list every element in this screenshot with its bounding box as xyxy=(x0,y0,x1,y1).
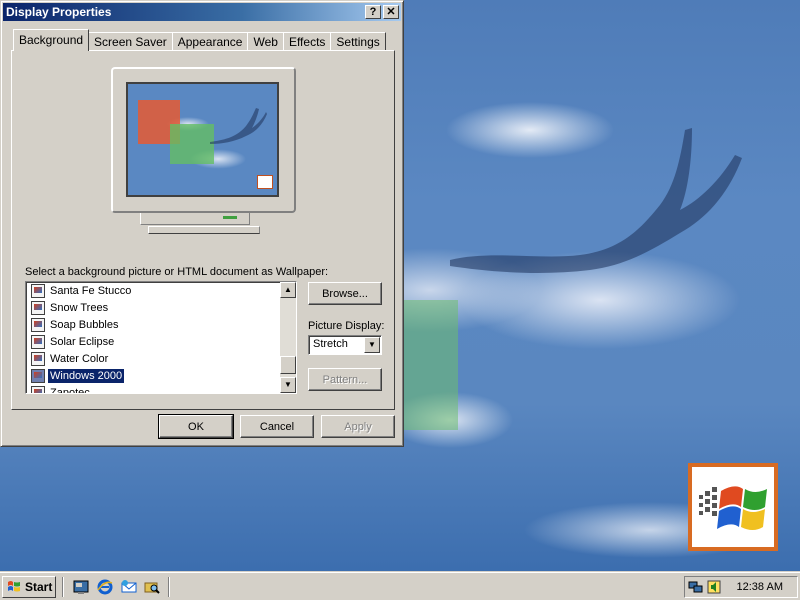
tab-web[interactable]: Web xyxy=(247,32,284,51)
list-item[interactable]: Santa Fe Stucco xyxy=(28,282,278,299)
network-icon[interactable] xyxy=(688,579,704,595)
list-item[interactable]: Solar Eclipse xyxy=(28,333,278,350)
tab-strip: Background Screen Saver Appearance Web E… xyxy=(13,29,386,51)
windows-explorer-icon[interactable] xyxy=(143,578,161,596)
wallpaper-file-icon xyxy=(31,300,45,315)
wallpaper-listbox[interactable]: Santa Fe Stucco Snow Trees Soap Bubbles … xyxy=(25,281,297,394)
wallpaper-file-icon xyxy=(31,334,45,349)
show-desktop-icon[interactable] xyxy=(72,578,90,596)
tab-effects[interactable]: Effects xyxy=(282,32,332,51)
monitor-preview xyxy=(111,67,296,213)
tab-background[interactable]: Background xyxy=(13,29,90,51)
apply-button: Apply xyxy=(321,415,395,438)
tab-settings[interactable]: Settings xyxy=(330,32,386,51)
wallpaper-preview-screen xyxy=(126,82,279,197)
list-item-selected[interactable]: Windows 2000 xyxy=(28,367,278,384)
scroll-down-arrow-icon[interactable]: ▼ xyxy=(280,377,296,393)
wallpaper-file-icon xyxy=(31,351,45,366)
scroll-up-arrow-icon[interactable]: ▲ xyxy=(280,282,296,298)
listbox-scrollbar[interactable]: ▲ ▼ xyxy=(280,282,296,393)
browse-button[interactable]: Browse... xyxy=(308,282,382,305)
background-tab-panel: Select a background picture or HTML docu… xyxy=(11,50,395,410)
wallpaper-file-icon xyxy=(31,317,45,332)
dialog-title: Display Properties xyxy=(6,5,112,19)
preview-windows-logo-icon xyxy=(257,175,273,189)
monitor-stand xyxy=(148,226,260,234)
tab-screen-saver[interactable]: Screen Saver xyxy=(88,32,173,51)
clock[interactable]: 12:38 AM xyxy=(737,581,783,593)
taskbar: Start 12:38 AM xyxy=(0,572,800,600)
picture-display-dropdown[interactable]: Stretch ▼ xyxy=(308,335,382,355)
title-bar[interactable]: Display Properties ? ✕ xyxy=(3,3,401,21)
display-properties-dialog: Display Properties ? ✕ Background Screen… xyxy=(0,0,404,447)
wallpaper-file-icon xyxy=(31,283,45,298)
taskbar-separator xyxy=(62,577,64,597)
picture-display-label: Picture Display: xyxy=(308,320,385,332)
list-item[interactable]: Zapotec xyxy=(28,384,278,393)
start-label: Start xyxy=(25,580,53,594)
system-tray: 12:38 AM xyxy=(684,576,798,598)
close-button[interactable]: ✕ xyxy=(383,5,399,19)
outlook-express-icon[interactable] xyxy=(120,578,138,596)
scroll-thumb[interactable] xyxy=(280,356,296,374)
list-item[interactable]: Water Color xyxy=(28,350,278,367)
wallpaper-file-icon xyxy=(31,368,45,383)
ok-button[interactable]: OK xyxy=(158,414,234,439)
monitor-base xyxy=(140,213,250,225)
list-item[interactable]: Soap Bubbles xyxy=(28,316,278,333)
wallpaper-file-icon xyxy=(31,385,45,393)
tab-appearance[interactable]: Appearance xyxy=(171,32,249,51)
wallpaper-diver-silhouette xyxy=(450,128,742,273)
cancel-button[interactable]: Cancel xyxy=(240,415,314,438)
picture-display-value: Stretch xyxy=(313,338,348,350)
windows-flag-icon xyxy=(8,581,20,592)
taskbar-separator xyxy=(168,577,170,597)
windows-logo xyxy=(688,463,778,551)
wallpaper-green-square xyxy=(404,300,458,430)
volume-icon[interactable] xyxy=(706,579,722,595)
chevron-down-icon[interactable]: ▼ xyxy=(364,337,380,353)
start-button[interactable]: Start xyxy=(2,576,56,598)
help-button[interactable]: ? xyxy=(365,5,381,19)
internet-explorer-icon[interactable] xyxy=(96,578,114,596)
wallpaper-select-label: Select a background picture or HTML docu… xyxy=(25,266,329,278)
list-item[interactable]: Snow Trees xyxy=(28,299,278,316)
pattern-button: Pattern... xyxy=(308,368,382,391)
